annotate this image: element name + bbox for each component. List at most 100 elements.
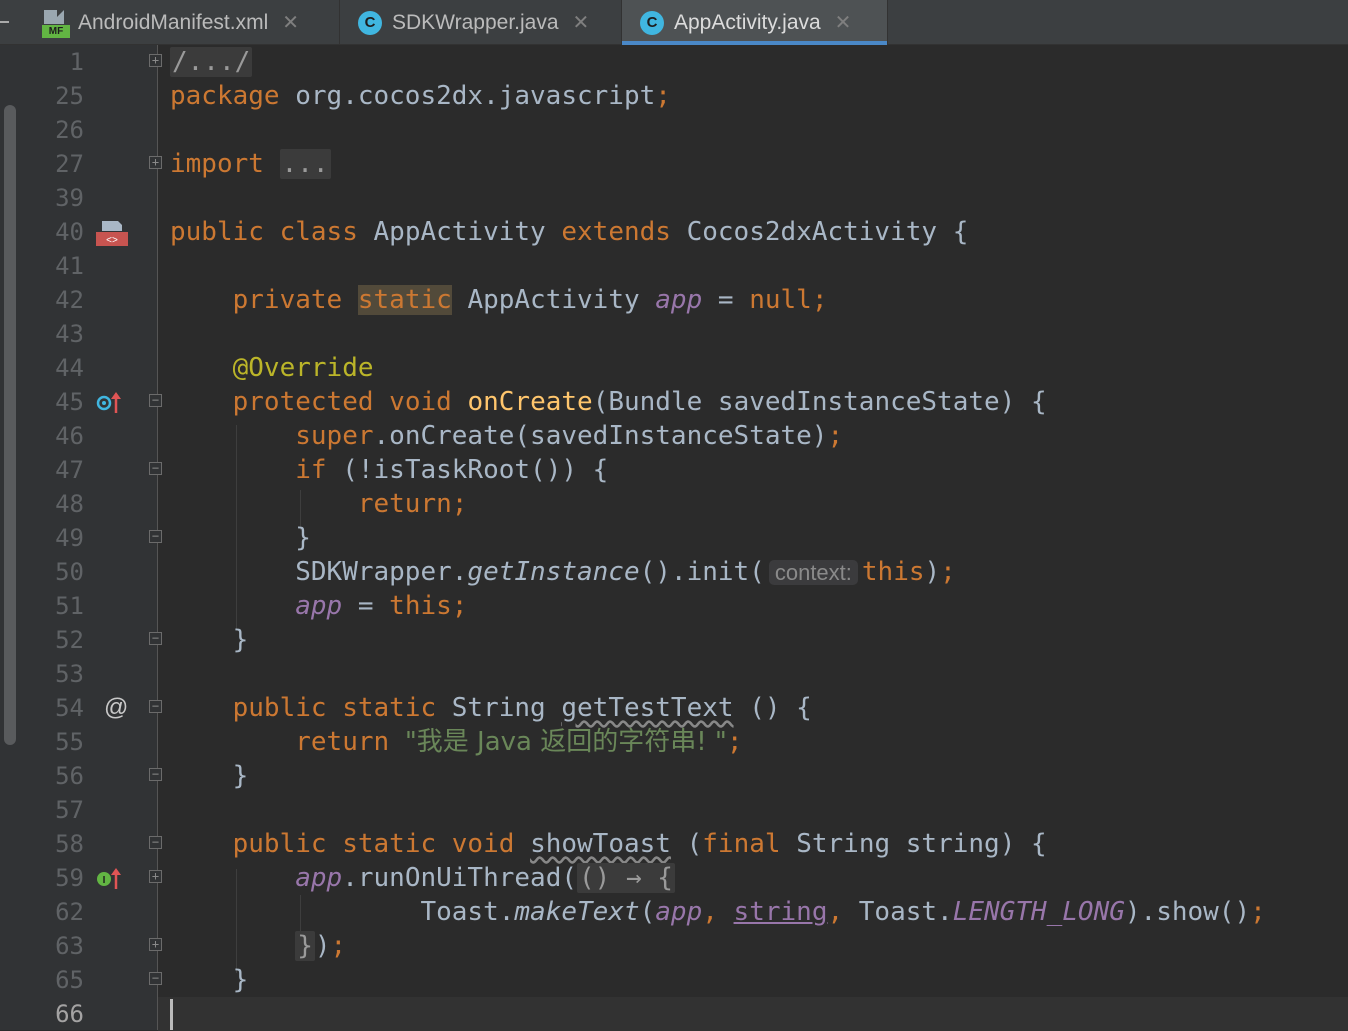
code-line-49[interactable]: } <box>170 521 311 555</box>
code-line-58[interactable]: public static void showToast (final Stri… <box>170 827 1047 861</box>
keyword: static <box>342 829 437 859</box>
code-line-52[interactable]: } <box>170 623 249 657</box>
method-name: onCreate <box>467 387 593 417</box>
code-editor[interactable]: /.../ package org.cocos2dx.javascript; i… <box>170 45 1340 1030</box>
code-line-25[interactable]: package org.cocos2dx.javascript; <box>170 79 671 113</box>
expand-fold-icon[interactable]: + <box>149 938 162 951</box>
tab-appactivity[interactable]: C AppActivity.java ✕ <box>622 0 888 45</box>
captured-parameter: string <box>733 897 828 927</box>
line-number: 44 <box>55 354 84 382</box>
keyword: return; <box>357 489 468 519</box>
unused-method-name: getTestText <box>561 693 734 723</box>
rpc-annotation-icon[interactable]: @ <box>104 691 128 725</box>
code-line-65[interactable]: } <box>170 963 249 997</box>
class-name: AppActivity <box>373 217 546 247</box>
operator: = <box>342 591 390 621</box>
line-number: 49 <box>55 524 84 552</box>
close-icon[interactable]: ✕ <box>835 10 852 35</box>
code-line-50[interactable]: SDKWrapper.getInstance().init(context: th… <box>170 555 956 589</box>
keyword: extends <box>561 217 671 247</box>
code-line-55[interactable]: return "我是 Java 返回的字符串! "; <box>170 725 742 759</box>
tab-label: AppActivity.java <box>674 10 821 34</box>
close-icon[interactable]: ✕ <box>282 10 299 35</box>
collapse-fold-icon[interactable]: − <box>149 700 162 713</box>
collapse-fold-icon[interactable]: − <box>149 394 162 407</box>
collapse-fold-icon[interactable]: − <box>149 632 162 645</box>
line-number: 42 <box>55 286 84 314</box>
brace: } <box>295 523 311 553</box>
code-line-54[interactable]: public static String getTestText () { <box>170 691 812 725</box>
keyword: this; <box>389 591 468 621</box>
tab-sdkwrapper[interactable]: C SDKWrapper.java ✕ <box>340 0 622 45</box>
call-expression: .runOnUiThread( <box>342 863 578 893</box>
keyword: public <box>232 693 327 723</box>
overrides-method-icon[interactable] <box>96 391 124 420</box>
unused-method-name: showToast <box>530 829 671 859</box>
comma: , <box>827 897 859 927</box>
code-line-40[interactable]: public class AppActivity extends Cocos2d… <box>170 215 968 249</box>
code-line-47[interactable]: if (!isTaskRoot()) { <box>170 453 608 487</box>
collapse-fold-icon[interactable]: − <box>149 972 162 985</box>
editor-tab-bar: MF AndroidManifest.xml ✕ C SDKWrapper.ja… <box>0 0 1348 45</box>
line-number: 40 <box>55 218 84 246</box>
line-number: 39 <box>55 184 84 212</box>
static-constant: LENGTH_LONG <box>952 897 1125 927</box>
code-line-46[interactable]: super.onCreate(savedInstanceState); <box>170 419 843 453</box>
code-line-56[interactable]: } <box>170 759 249 793</box>
implements-method-icon[interactable]: I <box>96 867 124 896</box>
annotation: @Override <box>232 353 374 383</box>
collapse-fold-icon[interactable]: − <box>149 768 162 781</box>
close-icon[interactable]: ✕ <box>573 10 590 35</box>
semicolon: ; <box>1250 897 1266 927</box>
collapsed-header-comment[interactable]: /.../ <box>170 47 253 77</box>
collapse-fold-icon[interactable]: − <box>149 462 162 475</box>
semicolon: ; <box>655 81 671 111</box>
android-activity-icon[interactable]: <> <box>96 219 128 246</box>
collapsed-lambda[interactable]: () → { <box>577 863 675 893</box>
expand-fold-icon[interactable]: + <box>149 870 162 883</box>
code-line-1[interactable]: /.../ <box>170 45 253 79</box>
line-number: 43 <box>55 320 84 348</box>
expand-fold-icon[interactable]: + <box>149 54 162 67</box>
paren: ) <box>924 557 941 587</box>
code-line-63[interactable]: }); <box>170 929 346 963</box>
paren: ( <box>639 897 656 927</box>
code-line-42[interactable]: private static AppActivity app = null; <box>170 283 828 317</box>
collapsed-lambda-end[interactable]: } <box>295 931 315 961</box>
collapse-fold-icon[interactable]: − <box>149 836 162 849</box>
line-number: 50 <box>55 558 84 586</box>
keyword: private <box>232 285 343 315</box>
call-expression: .onCreate(savedInstanceState) <box>373 421 828 451</box>
code-line-59[interactable]: app.runOnUiThread(() → { <box>170 861 675 895</box>
line-number: 47 <box>55 456 84 484</box>
svg-text:<>: <> <box>106 235 118 246</box>
line-number: 41 <box>55 252 84 280</box>
call-expression: ).show() <box>1124 897 1251 927</box>
line-number: 57 <box>55 796 84 824</box>
code-line-48[interactable]: return; <box>170 487 468 521</box>
code-line-45[interactable]: protected void onCreate(Bundle savedInst… <box>170 385 1047 419</box>
svg-text:I: I <box>103 875 106 886</box>
field-name: app <box>655 285 703 315</box>
keyword: return <box>295 727 390 757</box>
code-line-62[interactable]: Toast.makeText(app, string, Toast.LENGTH… <box>170 895 1266 929</box>
tab-android-manifest[interactable]: MF AndroidManifest.xml ✕ <box>32 0 340 45</box>
collapsed-imports[interactable]: ... <box>279 149 331 179</box>
expand-fold-icon[interactable]: + <box>149 156 162 169</box>
collapse-fold-icon[interactable]: − <box>149 530 162 543</box>
superclass-name: Cocos2dxActivity { <box>686 217 969 247</box>
tab-label: SDKWrapper.java <box>392 10 559 34</box>
tab-bar-menu-dash[interactable] <box>0 21 9 23</box>
left-tool-strip <box>0 45 24 1030</box>
vertical-scrollbar-thumb[interactable] <box>4 105 16 745</box>
line-number: 51 <box>55 592 84 620</box>
method-signature: String string) { <box>780 829 1047 859</box>
line-number: 1 <box>69 48 84 76</box>
line-number: 59 <box>55 864 84 892</box>
code-line-27[interactable]: import ... <box>170 147 331 181</box>
code-line-44[interactable]: @Override <box>170 351 374 385</box>
line-number: 53 <box>55 660 84 688</box>
line-number: 65 <box>55 966 84 994</box>
class-ref: Toast. <box>858 897 953 927</box>
code-line-51[interactable]: app = this; <box>170 589 467 623</box>
